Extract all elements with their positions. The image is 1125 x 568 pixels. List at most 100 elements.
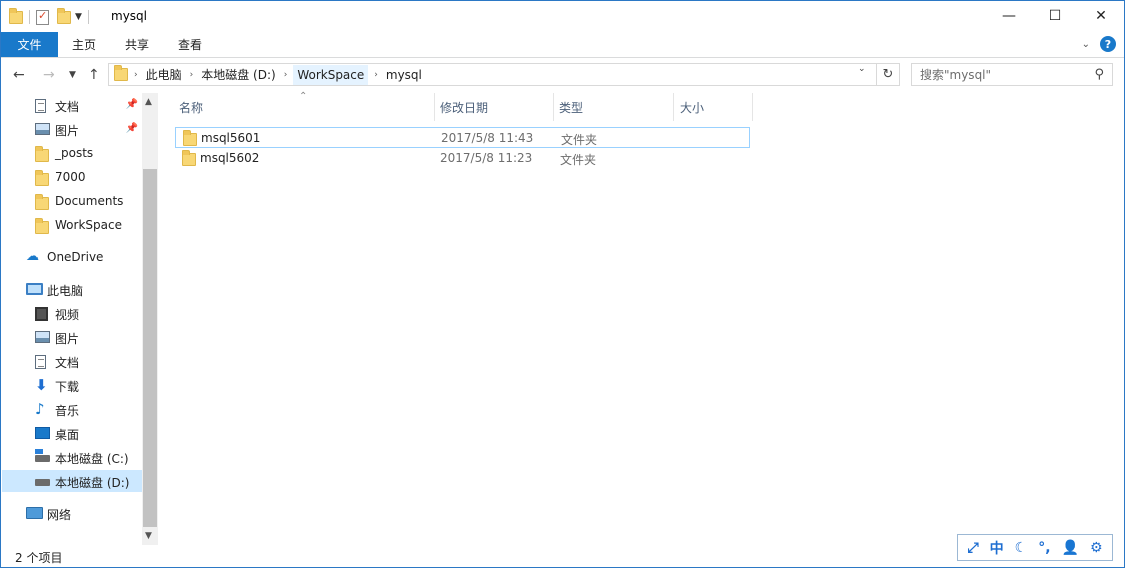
back-arrow-icon[interactable]: ← — [13, 67, 25, 83]
forward-arrow-icon[interactable]: → — [43, 67, 55, 83]
column-header-name[interactable]: 名称 — [179, 93, 434, 121]
column-divider[interactable] — [673, 93, 674, 121]
half-width-moon-icon[interactable]: ☾ — [1015, 540, 1028, 556]
picture-icon — [35, 123, 50, 135]
maximize-button[interactable]: ☐ — [1032, 1, 1078, 31]
sidebar-item-label: 下载 — [55, 380, 80, 394]
tab-view[interactable]: 查看 — [165, 32, 215, 57]
breadcrumb-separator-icon[interactable]: › — [278, 70, 294, 80]
scrollbar-thumb[interactable] — [143, 169, 157, 527]
breadcrumb-this-pc[interactable]: 此电脑 — [144, 66, 184, 83]
sidebar-item-music[interactable]: ♪ 音乐 — [2, 398, 142, 420]
breadcrumb-drive-d[interactable]: 本地磁盘 (D:) — [199, 66, 277, 83]
pin-icon: 📌 — [125, 99, 138, 110]
search-icon[interactable]: ⚲ — [1094, 67, 1104, 82]
sidebar-item-label: 此电脑 — [47, 284, 84, 298]
picture-icon — [35, 331, 50, 343]
column-header-modified[interactable]: 修改日期 — [440, 93, 553, 121]
tab-share[interactable]: 共享 — [112, 32, 162, 57]
new-folder-icon[interactable] — [57, 7, 71, 24]
sidebar-item-label: 图片 — [55, 332, 80, 346]
tab-home[interactable]: 主页 — [59, 32, 109, 57]
desktop-icon — [35, 427, 50, 439]
up-arrow-icon[interactable]: ↑ — [88, 67, 100, 83]
recent-locations-chevron-icon[interactable]: ▼ — [69, 70, 76, 80]
expand-ribbon-chevron-icon[interactable]: ⌄ — [1082, 39, 1090, 50]
sidebar-item-label: 图片 — [55, 124, 80, 138]
sidebar-item-pictures-quick[interactable]: 图片 📌 — [2, 118, 142, 140]
table-row[interactable]: msql5602 2017/5/8 11:23 文件夹 — [175, 148, 750, 169]
download-icon: ⬇ — [35, 376, 48, 394]
user-icon[interactable]: 👤 — [1062, 540, 1079, 556]
sidebar-item-drive-c[interactable]: 本地磁盘 (C:) — [2, 446, 142, 468]
ime-language-toggle[interactable]: 中 — [990, 538, 1004, 558]
sidebar-item-drive-d[interactable]: 本地磁盘 (D:) — [2, 470, 142, 492]
sidebar-item-downloads[interactable]: ⬇ 下载 — [2, 374, 142, 396]
refresh-button[interactable]: ↻ — [877, 63, 900, 86]
title-bar: ▼ mysql — ☐ ✕ — [1, 1, 1124, 32]
sidebar-item-label: 视频 — [55, 308, 80, 322]
sidebar-item-label: 音乐 — [55, 404, 80, 418]
tab-file[interactable]: 文件 — [1, 32, 58, 57]
onedrive-cloud-icon: ☁ — [26, 249, 39, 264]
sidebar-item-documents-pc[interactable]: 文档 — [2, 350, 142, 372]
customize-toolbar-dropdown-icon[interactable]: ▼ — [75, 12, 82, 22]
document-icon — [35, 355, 46, 369]
column-header-size[interactable]: 大小 — [680, 93, 752, 121]
help-icon[interactable]: ? — [1100, 36, 1116, 52]
sidebar-item-this-pc[interactable]: 此电脑 — [2, 278, 142, 300]
sidebar-item-network[interactable]: 网络 — [2, 502, 142, 524]
file-name: msql5602 — [200, 151, 260, 165]
navigation-bar: ← → ▼ ↑ › 此电脑 › 本地磁盘 (D:) › WorkSpace › … — [1, 59, 1124, 91]
breadcrumb-separator-icon[interactable]: › — [184, 70, 200, 80]
sidebar-item-label: WorkSpace — [55, 218, 122, 232]
column-divider[interactable] — [752, 93, 753, 121]
sidebar-item-workspace[interactable]: WorkSpace — [2, 214, 142, 236]
column-header-type[interactable]: 类型 — [559, 93, 673, 121]
file-modified-date: 2017/5/8 11:43 — [441, 131, 534, 145]
search-input[interactable] — [920, 67, 1090, 82]
ime-expand-icon[interactable]: ⤢ — [967, 540, 978, 556]
drive-icon — [35, 449, 50, 462]
close-button[interactable]: ✕ — [1078, 1, 1124, 31]
ribbon-right-controls: ⌄ ? — [1082, 36, 1116, 52]
table-row[interactable]: msql5601 2017/5/8 11:43 文件夹 — [175, 127, 750, 148]
punctuation-icon[interactable]: °, — [1038, 540, 1050, 556]
folder-icon — [35, 194, 49, 210]
sidebar-item-label: Documents — [55, 194, 124, 208]
folder-icon — [183, 130, 197, 146]
breadcrumb-separator-icon[interactable]: › — [368, 70, 384, 80]
settings-gear-icon[interactable]: ⚙ — [1090, 540, 1103, 556]
column-divider[interactable] — [434, 93, 435, 121]
quick-access-toolbar: ▼ — [9, 7, 95, 27]
breadcrumb-workspace[interactable]: WorkSpace — [293, 64, 369, 85]
computer-icon — [26, 283, 43, 295]
address-bar[interactable]: › 此电脑 › 本地磁盘 (D:) › WorkSpace › mysql — [108, 63, 877, 86]
scroll-down-arrow-icon[interactable]: ▼ — [145, 531, 152, 541]
sidebar-item-posts[interactable]: _posts — [2, 142, 142, 164]
sidebar-item-documents[interactable]: Documents — [2, 190, 142, 212]
sidebar-item-documents-quick[interactable]: 文档 📌 — [2, 94, 142, 116]
address-history-chevron-icon[interactable]: ⌄ — [858, 64, 866, 74]
scroll-up-arrow-icon[interactable]: ▲ — [145, 97, 152, 107]
explorer-window: ▼ mysql — ☐ ✕ 文件 主页 共享 查看 ⌄ ? ← → ▼ ↑ › … — [0, 0, 1125, 568]
file-modified-date: 2017/5/8 11:23 — [440, 151, 533, 165]
breadcrumb-separator-icon[interactable]: › — [128, 70, 144, 80]
sidebar-item-7000[interactable]: 7000 — [2, 166, 142, 188]
minimize-button[interactable]: — — [986, 1, 1032, 31]
search-box[interactable]: ⚲ — [911, 63, 1113, 86]
sidebar-item-pictures[interactable]: 图片 — [2, 326, 142, 348]
folder-icon — [114, 65, 128, 81]
sidebar-scrollbar[interactable]: ▲ ▼ — [142, 93, 158, 545]
breadcrumb-mysql[interactable]: mysql — [384, 68, 424, 82]
pin-icon: 📌 — [125, 123, 138, 134]
sidebar-item-videos[interactable]: 视频 — [2, 302, 142, 324]
properties-icon[interactable] — [36, 9, 49, 25]
folder-icon — [35, 218, 49, 234]
window-title: mysql — [111, 9, 147, 23]
music-icon: ♪ — [35, 400, 45, 418]
column-divider[interactable] — [553, 93, 554, 121]
sidebar-item-desktop[interactable]: 桌面 — [2, 422, 142, 444]
sidebar-item-onedrive[interactable]: ☁ OneDrive — [2, 246, 142, 268]
status-item-count: 2 个项目 — [15, 551, 63, 565]
